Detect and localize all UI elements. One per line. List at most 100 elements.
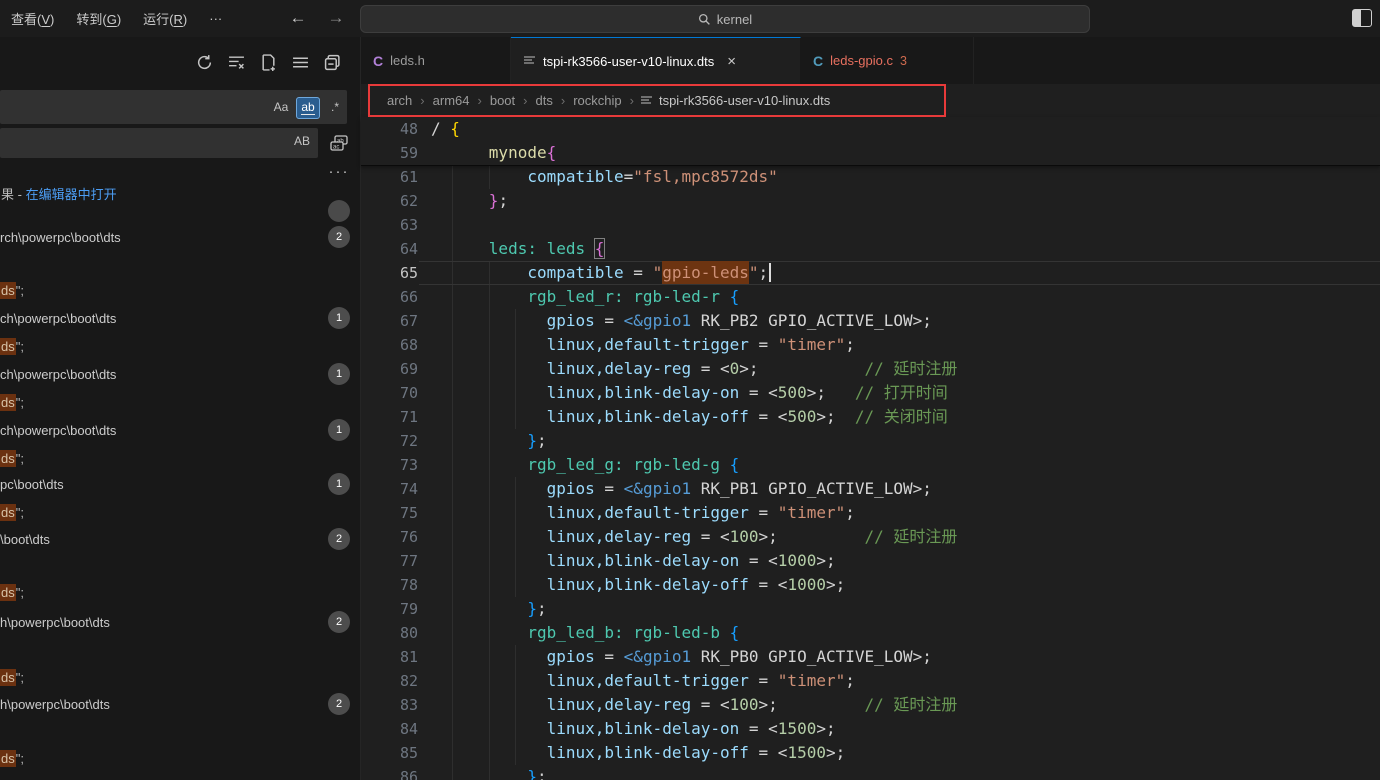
menu-item-0[interactable]: 查看(V) [0, 5, 65, 32]
line-number: 62 [361, 189, 418, 213]
line-number: 61 [361, 165, 418, 189]
result-match-text: ds"; [0, 751, 24, 766]
code-line-73[interactable]: 73 rgb_led_g: rgb-led-g { [361, 453, 1380, 477]
code-line-text: }; [431, 189, 508, 213]
code-line-59[interactable]: 59 mynode{ [361, 141, 1380, 165]
result-match-row[interactable]: ds"; [0, 664, 360, 690]
code-line-61[interactable]: 61 compatible="fsl,mpc8572ds" [361, 165, 1380, 189]
menu-item-3[interactable]: ··· [198, 7, 233, 30]
result-match-row[interactable]: ds"; [0, 277, 360, 303]
search-icon [698, 13, 711, 26]
result-match-row[interactable]: ds"; [0, 389, 360, 415]
line-number: 71 [361, 405, 418, 429]
line-number: 59 [361, 141, 418, 165]
file-lines-icon [640, 95, 653, 107]
line-number: 75 [361, 501, 418, 525]
code-line-71[interactable]: 71 linux,blink-delay-off = <500>; // 关闭时… [361, 405, 1380, 429]
tab-tspi-rk3566-user-v10-linux.dts[interactable]: tspi-rk3566-user-v10-linux.dts × [511, 37, 801, 84]
result-file-path: ch\powerpc\boot\dts [0, 423, 116, 438]
code-line-text: linux,default-trigger = "timer"; [431, 501, 855, 525]
result-match-text: ds"; [0, 339, 24, 354]
result-file-row[interactable]: h\powerpc\boot\dts2 [0, 609, 360, 635]
code-line-65[interactable]: 65 compatible = "gpio-leds"; [361, 261, 1380, 285]
code-line-69[interactable]: 69 linux,delay-reg = <0>; // 延时注册 [361, 357, 1380, 381]
line-number: 79 [361, 597, 418, 621]
code-line-text: / { [431, 117, 460, 141]
close-tab-icon[interactable]: × [727, 53, 736, 70]
code-line-84[interactable]: 84 linux,blink-delay-on = <1500>; [361, 717, 1380, 741]
line-number: 82 [361, 669, 418, 693]
code-line-63[interactable]: 63 [361, 213, 1380, 237]
forward-arrow-icon[interactable]: → [323, 5, 349, 31]
code-line-64[interactable]: 64 leds: leds { [361, 237, 1380, 261]
line-number: 77 [361, 549, 418, 573]
code-line-66[interactable]: 66 rgb_led_r: rgb-led-r { [361, 285, 1380, 309]
code-line-text: linux,default-trigger = "timer"; [431, 333, 855, 357]
result-row [0, 250, 360, 276]
code-line-text: gpios = <&gpio1 RK_PB2 GPIO_ACTIVE_LOW>; [431, 309, 932, 333]
tab-label: tspi-rk3566-user-v10-linux.dts [543, 54, 714, 69]
code-line-72[interactable]: 72 }; [361, 429, 1380, 453]
code-line-85[interactable]: 85 linux,blink-delay-off = <1500>; [361, 741, 1380, 765]
breadcrumb-item-rockchip[interactable]: rockchip [571, 93, 623, 108]
result-match-row[interactable]: ds"; [0, 745, 360, 771]
code-line-78[interactable]: 78 linux,blink-delay-off = <1000>; [361, 573, 1380, 597]
code-line-83[interactable]: 83 linux,delay-reg = <100>; // 延时注册 [361, 693, 1380, 717]
breadcrumb-item-boot[interactable]: boot [488, 93, 517, 108]
code-line-81[interactable]: 81 gpios = <&gpio1 RK_PB0 GPIO_ACTIVE_LO… [361, 645, 1380, 669]
menu-item-1[interactable]: 转到(G) [65, 5, 132, 32]
code-line-text: gpios = <&gpio1 RK_PB0 GPIO_ACTIVE_LOW>; [431, 645, 932, 669]
result-file-row[interactable]: ch\powerpc\boot\dts1 [0, 361, 360, 387]
result-match-row[interactable]: ds"; [0, 333, 360, 359]
result-row [0, 553, 360, 579]
code-editor[interactable]: 48/ {59 mynode{ 61 compatible="fsl,mpc85… [361, 117, 1380, 780]
breadcrumb-file[interactable]: tspi-rk3566-user-v10-linux.dts [640, 93, 830, 108]
code-line-86[interactable]: 86 }; [361, 765, 1380, 780]
result-file-row[interactable]: pc\boot\dts1 [0, 471, 360, 497]
code-line-67[interactable]: 67 gpios = <&gpio1 RK_PB2 GPIO_ACTIVE_LO… [361, 309, 1380, 333]
code-line-text: compatible="fsl,mpc8572ds" [431, 165, 778, 189]
code-line-76[interactable]: 76 linux,delay-reg = <100>; // 延时注册 [361, 525, 1380, 549]
breadcrumb-item-arm64[interactable]: arm64 [431, 93, 472, 108]
result-row[interactable] [0, 198, 360, 224]
result-file-row[interactable]: \boot\dts 2 [0, 526, 360, 552]
menu-item-2[interactable]: 运行(R) [132, 5, 198, 32]
result-file-row[interactable]: h\powerpc\boot\dts 2 [0, 691, 360, 717]
result-match-text: ds"; [0, 670, 24, 685]
command-center-search[interactable]: kernel [360, 5, 1090, 33]
tab-leds.h[interactable]: Cleds.h [361, 37, 511, 84]
result-match-row[interactable]: ds"; [0, 499, 360, 525]
breadcrumb-item-dts[interactable]: dts [534, 93, 555, 108]
chevron-right-icon: › [414, 93, 430, 108]
code-line-74[interactable]: 74 gpios = <&gpio1 RK_PB1 GPIO_ACTIVE_LO… [361, 477, 1380, 501]
result-file-path: h\powerpc\boot\dts [0, 697, 110, 712]
code-line-79[interactable]: 79 }; [361, 597, 1380, 621]
line-number: 68 [361, 333, 418, 357]
layout-toggle-icon[interactable] [1352, 9, 1372, 27]
chevron-right-icon: › [517, 93, 533, 108]
code-line-77[interactable]: 77 linux,blink-delay-on = <1000>; [361, 549, 1380, 573]
result-match-row[interactable]: ds"; [0, 579, 360, 605]
indent-guide [452, 213, 453, 237]
code-line-82[interactable]: 82 linux,default-trigger = "timer"; [361, 669, 1380, 693]
result-file-row[interactable]: rch\powerpc\boot\dts2 [0, 224, 360, 250]
result-file-path: \boot\dts [0, 532, 50, 547]
result-file-row[interactable]: ch\powerpc\boot\dts1 [0, 417, 360, 443]
code-line-text: leds: leds { [431, 237, 604, 261]
sticky-scroll: 48/ {59 mynode{ [361, 117, 1380, 166]
code-line-text: mynode{ [431, 141, 556, 165]
code-line-62[interactable]: 62 }; [361, 189, 1380, 213]
code-line-70[interactable]: 70 linux,blink-delay-on = <500>; // 打开时间 [361, 381, 1380, 405]
result-file-row[interactable]: ch\powerpc\boot\dts1 [0, 305, 360, 331]
tab-leds-gpio.c[interactable]: Cleds-gpio.c3 [801, 37, 974, 84]
code-line-75[interactable]: 75 linux,default-trigger = "timer"; [361, 501, 1380, 525]
result-count-badge: 2 [328, 693, 350, 715]
code-line-80[interactable]: 80 rgb_led_b: rgb-led-b { [361, 621, 1380, 645]
code-line-68[interactable]: 68 linux,default-trigger = "timer"; [361, 333, 1380, 357]
back-arrow-icon[interactable]: ← [285, 5, 311, 31]
breadcrumb-item-arch[interactable]: arch [385, 93, 414, 108]
line-number: 81 [361, 645, 418, 669]
code-line-48[interactable]: 48/ { [361, 117, 1380, 141]
result-match-row[interactable]: ds"; [0, 445, 360, 471]
result-count-badge: 2 [328, 528, 350, 550]
